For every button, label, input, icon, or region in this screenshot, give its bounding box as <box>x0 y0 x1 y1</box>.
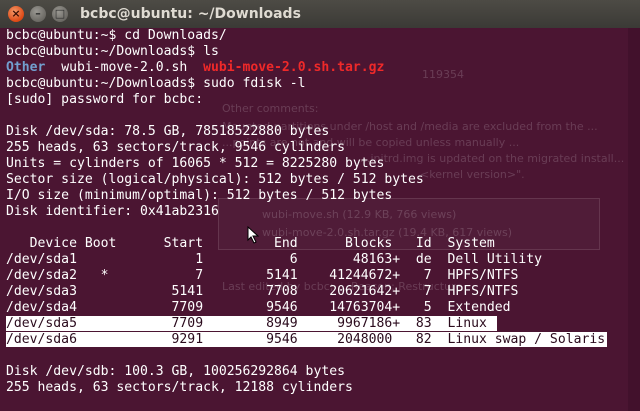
terminal-line: [sudo] password for bcbc: <box>6 92 203 108</box>
terminal-text: Disk /dev/sda: 78.5 GB, 78518522880 byte… <box>6 124 330 139</box>
terminal-line: Other wubi-move-2.0.sh wubi-move-2.0.sh.… <box>6 60 384 76</box>
terminal-text: [sudo] password for bcbc: <box>6 92 204 107</box>
ghost-text: 119354 <box>422 68 464 81</box>
ghost-text: Other comments: <box>222 102 319 115</box>
selected-text: /dev/sda5 7709 8949 9967186+ 83 Linux <box>6 316 497 331</box>
terminal-line: /dev/sda1 1 6 48163+ de Dell Utility <box>6 252 542 268</box>
terminal-text: bcbc@ubuntu:~/Downloads$ ls <box>6 44 219 59</box>
terminal-text: Disk identifier: 0x41ab2316 <box>6 204 219 219</box>
terminal-output[interactable]: 119354 Other comments: Mounted partition… <box>0 28 640 411</box>
terminal-scrollbar[interactable] <box>628 28 640 411</box>
selected-text: /dev/sda6 9291 9546 2048000 82 Linux swa… <box>6 332 608 347</box>
terminal-text: Sector size (logical/physical): 512 byte… <box>6 172 424 187</box>
terminal-line: /dev/sda6 9291 9546 2048000 82 Linux swa… <box>6 332 608 348</box>
terminal-line: Disk /dev/sda: 78.5 GB, 78518522880 byte… <box>6 124 329 140</box>
terminal-text: bcbc@ubuntu:~$ cd Downloads/ <box>6 28 227 43</box>
terminal-line: I/O size (minimum/optimal): 512 bytes / … <box>6 188 392 204</box>
terminal-line: bcbc@ubuntu:~$ cd Downloads/ <box>6 28 227 44</box>
terminal-text: wubi-move-2.0.sh <box>45 60 204 75</box>
terminal-line: 255 heads, 63 sectors/track, 12188 cylin… <box>6 380 353 396</box>
terminal-text: 255 heads, 63 sectors/track, 9546 cylind… <box>6 140 345 155</box>
terminal-text: 255 heads, 63 sectors/track, 12188 cylin… <box>6 380 353 395</box>
terminal-line: Disk identifier: 0x41ab2316 <box>6 204 219 220</box>
terminal-line: Sector size (logical/physical): 512 byte… <box>6 172 424 188</box>
ghost-text: <kernel version>". <box>420 168 525 181</box>
terminal-text: /dev/sda1 1 6 48163+ de Dell Utility <box>6 252 543 267</box>
terminal-line: bcbc@ubuntu:~/Downloads$ sudo fdisk -l <box>6 76 306 92</box>
terminal-line: /dev/sda5 7709 8949 9967186+ 83 Linux <box>6 316 497 332</box>
mouse-cursor-icon <box>247 226 260 244</box>
terminal-line: /dev/sda4 7709 9546 14763704+ 5 Extended <box>6 300 511 316</box>
terminal-line: Units = cylinders of 16065 * 512 = 82252… <box>6 156 384 172</box>
close-window-button[interactable]: × <box>8 6 24 22</box>
window-title: bcbc@ubuntu: ~/Downloads <box>80 6 301 22</box>
maximize-window-button[interactable]: □ <box>52 6 68 22</box>
terminal-text: Disk /dev/sdb: 100.3 GB, 100256292864 by… <box>6 364 345 379</box>
terminal-text: I/O size (minimum/optimal): 512 bytes / … <box>6 188 393 203</box>
terminal-window: × – □ bcbc@ubuntu: ~/Downloads 119354 Ot… <box>0 0 640 411</box>
terminal-text: /dev/sda2 * 7 5141 41244672+ 7 HPFS/NTFS <box>6 268 519 283</box>
terminal-line: /dev/sda3 5141 7708 20621642+ 7 HPFS/NTF… <box>6 284 518 300</box>
archive-file-name: wubi-move-2.0.sh.tar.gz <box>203 60 385 75</box>
terminal-text: /dev/sda4 7709 9546 14763704+ 5 Extended <box>6 300 511 315</box>
ghost-text: ...initrd.img is updated on the migrated… <box>360 152 625 165</box>
terminal-line: Disk /dev/sdb: 100.3 GB, 100256292864 by… <box>6 364 345 380</box>
terminal-text: /dev/sda3 5141 7708 20621642+ 7 HPFS/NTF… <box>6 284 519 299</box>
terminal-line: bcbc@ubuntu:~/Downloads$ ls <box>6 44 219 60</box>
terminal-text: Units = cylinders of 16065 * 512 = 82252… <box>6 156 385 171</box>
terminal-text: bcbc@ubuntu:~/Downloads$ sudo fdisk -l <box>6 76 306 91</box>
title-bar[interactable]: × – □ bcbc@ubuntu: ~/Downloads <box>0 0 640 29</box>
terminal-line: 255 heads, 63 sectors/track, 9546 cylind… <box>6 140 345 156</box>
terminal-line: /dev/sda2 * 7 5141 41244672+ 7 HPFS/NTFS <box>6 268 518 284</box>
ghost-text: wubi-move.sh (12.9 KB, 766 views) <box>262 208 457 221</box>
minimize-window-button[interactable]: – <box>30 6 46 22</box>
directory-name: Other <box>6 60 46 75</box>
